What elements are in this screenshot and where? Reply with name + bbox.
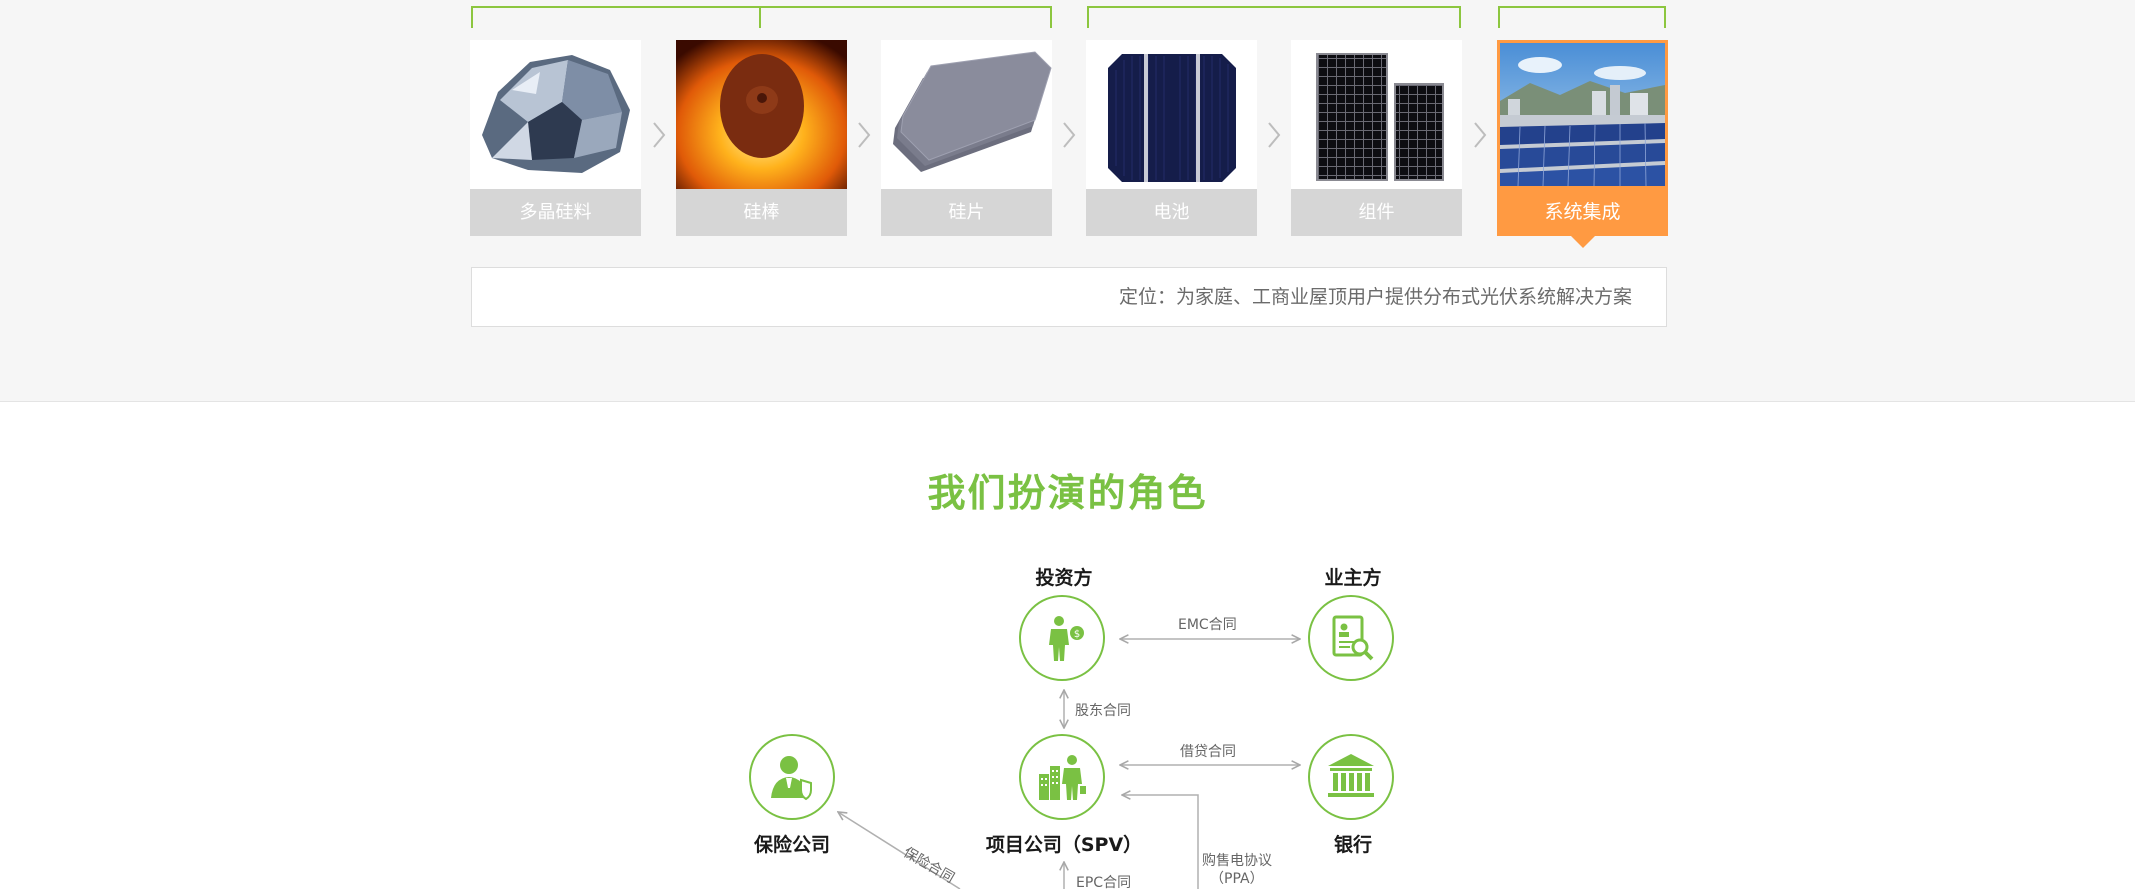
contract-label-epc: EPC合同 xyxy=(1076,875,1132,891)
contract-label-loan: 借贷合同 xyxy=(1180,744,1236,760)
chain-step-cell[interactable]: 电池 xyxy=(1086,40,1257,236)
solar-module-image xyxy=(1291,40,1462,189)
svg-text:$: $ xyxy=(1074,629,1080,640)
chain-bracket-materials xyxy=(471,6,1052,28)
chevron-right-icon xyxy=(1474,122,1487,148)
active-step-pointer xyxy=(1571,236,1595,248)
role-node-bank[interactable] xyxy=(1308,734,1394,820)
insurance-agent-shield-icon xyxy=(771,756,812,801)
chevron-right-icon xyxy=(858,122,871,148)
chain-step-label: 硅片 xyxy=(881,189,1052,236)
chain-step-ingot[interactable]: 硅棒 xyxy=(676,40,847,236)
role-node-spv[interactable] xyxy=(1019,734,1105,820)
role-name-bank: 银行 xyxy=(1333,834,1372,856)
chain-step-module[interactable]: 组件 xyxy=(1291,40,1462,236)
chain-step-label: 多晶硅料 xyxy=(470,189,641,236)
role-node-insurance[interactable] xyxy=(749,734,835,820)
bank-building-icon xyxy=(1328,754,1374,797)
value-chain-section: 多晶硅料 硅棒 硅片 电池 组件 系统集成 定位：为家庭、工商业屋顶用户提供分布… xyxy=(0,0,2135,402)
contract-label-ppa-abbr: （PPA） xyxy=(1210,871,1264,887)
investor-person-icon: $ xyxy=(1049,616,1084,661)
owner-document-search-icon xyxy=(1332,615,1374,661)
role-node-owner[interactable] xyxy=(1308,595,1394,681)
positioning-box: 定位：为家庭、工商业屋顶用户提供分布式光伏系统解决方案 xyxy=(471,267,1667,327)
contract-label-shareholder: 股东合同 xyxy=(1075,703,1131,719)
role-name-investor: 投资方 xyxy=(1035,567,1093,589)
contract-label-emc: EMC合同 xyxy=(1178,617,1237,633)
role-name-owner: 业主方 xyxy=(1324,567,1382,589)
positioning-text: 定位：为家庭、工商业屋顶用户提供分布式光伏系统解决方案 xyxy=(1118,286,1632,308)
chain-step-polysilicon[interactable]: 多晶硅料 xyxy=(470,40,641,236)
chain-step-wafer[interactable]: 硅片 xyxy=(881,40,1052,236)
chain-step-system-integration[interactable]: 系统集成 xyxy=(1497,40,1668,236)
chain-step-label: 系统集成 xyxy=(1497,189,1668,236)
roles-section-title: 我们扮演的角色 xyxy=(927,471,1208,515)
chain-step-label: 硅棒 xyxy=(676,189,847,236)
project-company-buildings-icon xyxy=(1039,755,1086,800)
contract-label-insurance: 保险合同 xyxy=(900,844,957,887)
chain-step-label: 电池 xyxy=(1086,189,1257,236)
chevron-right-icon xyxy=(653,122,666,148)
role-name-spv: 项目公司（SPV） xyxy=(985,834,1143,856)
chain-step-label: 组件 xyxy=(1291,189,1462,236)
wafer-image xyxy=(881,40,1052,189)
chain-bracket-system xyxy=(1498,6,1666,28)
chevron-right-icon xyxy=(1268,122,1281,148)
role-node-investor[interactable]: $ xyxy=(1019,595,1105,681)
chain-bracket-divider xyxy=(759,6,761,28)
contract-label-ppa: 购售电协议 xyxy=(1202,853,1272,869)
solar-farm-image xyxy=(1500,43,1665,186)
role-name-insurance: 保险公司 xyxy=(753,834,830,856)
solar-cell-image xyxy=(1086,40,1257,189)
chain-bracket-cells xyxy=(1087,6,1461,28)
ingot-image xyxy=(676,40,847,189)
polysilicon-image xyxy=(470,40,641,189)
chevron-right-icon xyxy=(1063,122,1076,148)
